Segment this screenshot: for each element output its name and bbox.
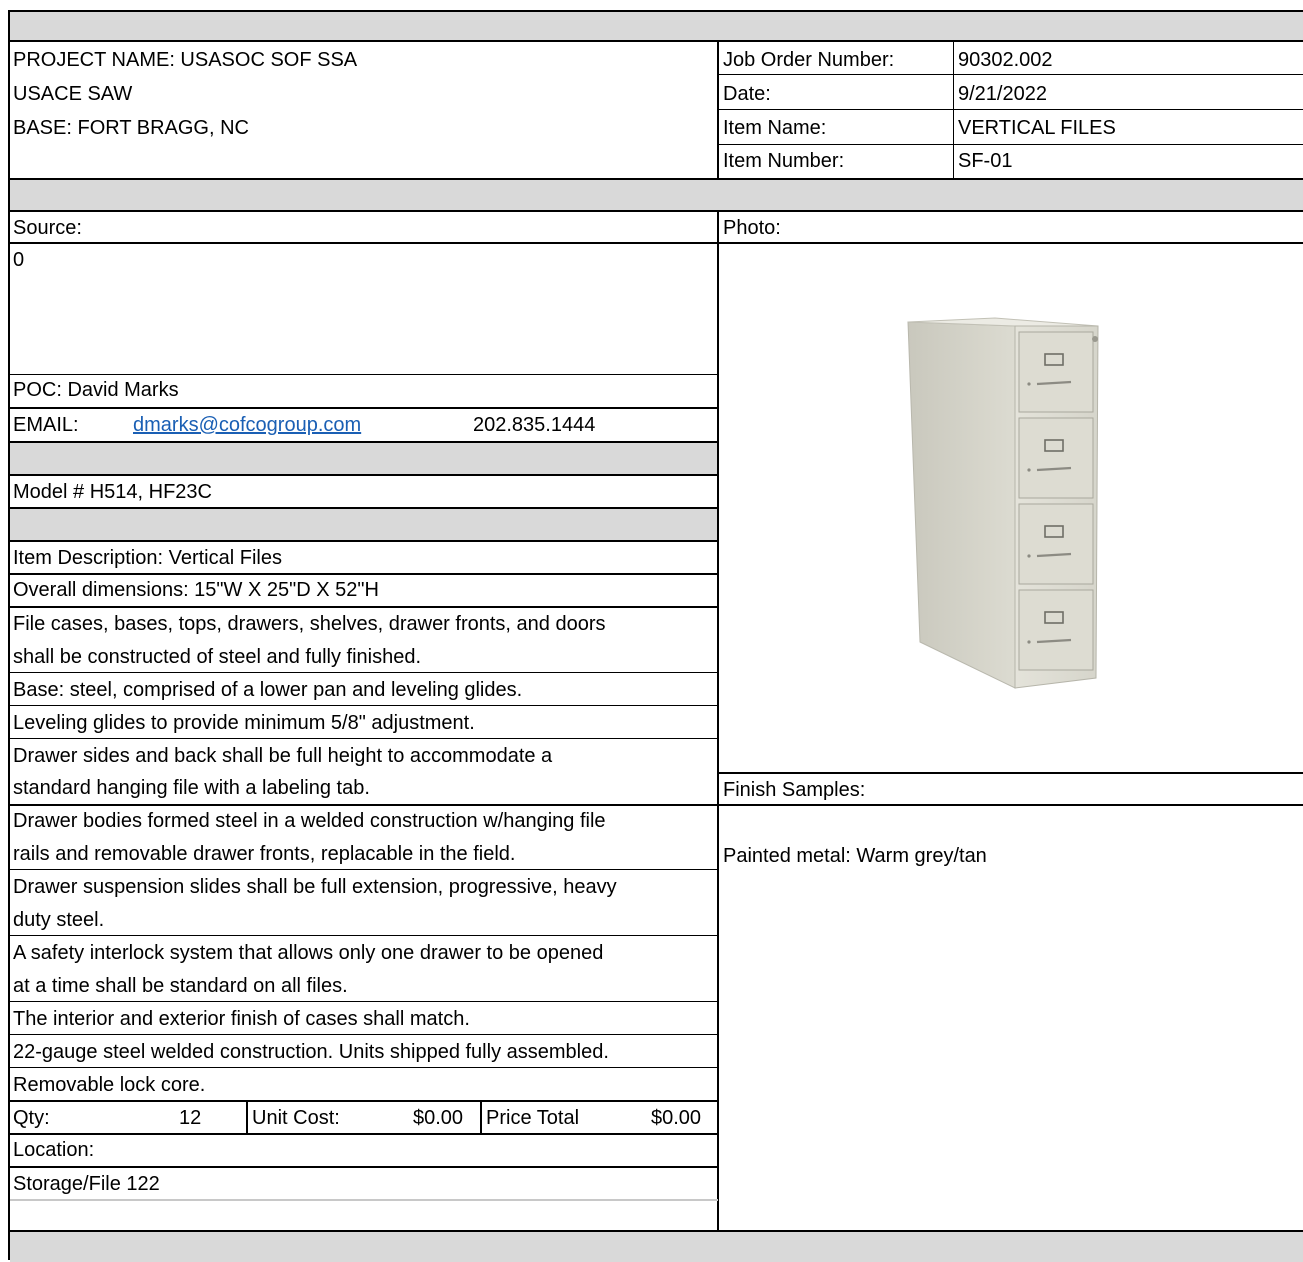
job-order-label: Job Order Number: [723, 49, 895, 71]
source-value: 0 [13, 249, 25, 271]
finish-label: Finish Samples: [723, 779, 866, 801]
item-description-title: Item Description: Vertical Files [13, 547, 282, 569]
agency: USACE SAW [13, 83, 133, 105]
spec-line: at a time shall be standard on all files… [13, 975, 348, 997]
band-2 [10, 443, 717, 474]
unit-cost-label: Unit Cost: [252, 1107, 340, 1129]
band-3 [10, 509, 717, 540]
spec-line: Base: steel, comprised of a lower pan an… [13, 679, 523, 701]
unit-cost-value: $0.00 [413, 1107, 464, 1129]
base-location: BASE: FORT BRAGG, NC [13, 117, 249, 139]
email-label: EMAIL: [13, 414, 79, 436]
qty-value: 12 [179, 1107, 202, 1129]
source-label: Source: [13, 217, 82, 239]
project-name: PROJECT NAME: USASOC SOF SSA [13, 49, 358, 71]
price-total-label: Price Total [486, 1107, 580, 1129]
phone: 202.835.1444 [473, 414, 596, 436]
photo-label: Photo: [723, 217, 781, 239]
location-label: Location: [13, 1139, 95, 1161]
spec-line: The interior and exterior finish of case… [13, 1008, 470, 1030]
spec-sheet: PROJECT NAME: USASOC SOF SSA USACE SAW B… [8, 10, 1303, 1262]
item-number-label: Item Number: [723, 150, 845, 172]
spec-line: standard hanging file with a labeling ta… [13, 777, 370, 799]
model-number: Model # H514, HF23C [13, 481, 212, 503]
spec-line: Removable lock core. [13, 1074, 206, 1096]
spec-line: A safety interlock system that allows on… [13, 942, 604, 964]
filing-cabinet-image [907, 317, 1099, 689]
overall-dimensions: Overall dimensions: 15"W X 25"D X 52"H [13, 579, 379, 601]
spec-line: Drawer sides and back shall be full heig… [13, 745, 553, 767]
spec-line: shall be constructed of steel and fully … [13, 646, 422, 668]
spec-line: 22-gauge steel welded construction. Unit… [13, 1041, 609, 1063]
spec-line: rails and removable drawer fronts, repla… [13, 843, 516, 865]
poc: POC: David Marks [13, 379, 179, 401]
email-address[interactable]: dmarks@cofcogroup.com [133, 414, 361, 436]
price-total-value: $0.00 [651, 1107, 702, 1129]
spec-line: Drawer suspension slides shall be full e… [13, 876, 617, 898]
qty-label: Qty: [13, 1107, 50, 1129]
section-band [10, 180, 1303, 210]
job-order-value: 90302.002 [958, 49, 1053, 71]
item-name-value: VERTICAL FILES [958, 117, 1116, 139]
bottom-band [10, 1232, 1303, 1262]
spec-line: File cases, bases, tops, drawers, shelve… [13, 613, 606, 635]
email-link[interactable]: dmarks@cofcogroup.com [130, 413, 361, 437]
spec-line: Leveling glides to provide minimum 5/8" … [13, 712, 475, 734]
date-label: Date: [723, 83, 771, 105]
spec-line: Drawer bodies formed steel in a welded c… [13, 810, 606, 832]
finish-value: Painted metal: Warm grey/tan [723, 845, 987, 867]
location-value: Storage/File 122 [13, 1173, 160, 1195]
item-number-value: SF-01 [958, 150, 1013, 172]
item-name-label: Item Name: [723, 117, 827, 139]
date-value: 9/21/2022 [958, 83, 1047, 105]
spec-line: duty steel. [13, 909, 105, 931]
top-band [10, 12, 1303, 40]
